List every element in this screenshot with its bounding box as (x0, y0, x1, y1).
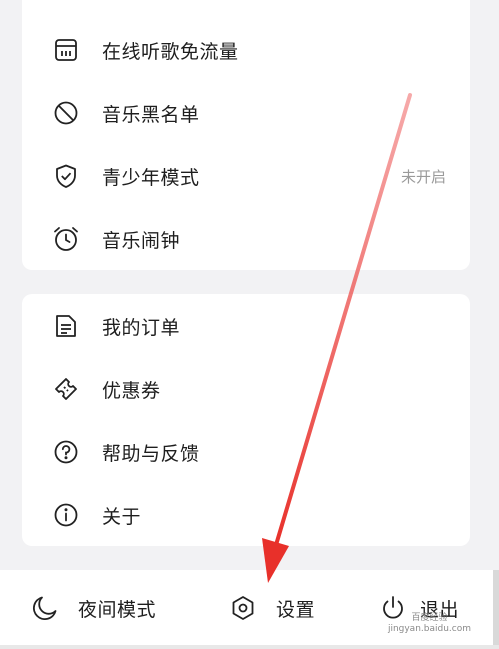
menu-item-music-alarm[interactable]: 音乐闹钟 (22, 216, 470, 262)
menu-item-label: 音乐黑名单 (102, 103, 200, 126)
menu-item-help-feedback[interactable]: 帮助与反馈 (22, 429, 470, 475)
info-icon (52, 501, 80, 529)
shield-check-icon (52, 162, 80, 190)
settings-button[interactable]: 设置 (228, 570, 315, 646)
edge-strip (493, 570, 499, 649)
night-mode-label: 夜间模式 (78, 598, 157, 621)
menu-item-music-blacklist[interactable]: 音乐黑名单 (22, 90, 470, 136)
settings-hexagon-icon (228, 593, 258, 623)
settings-label: 设置 (276, 598, 316, 621)
watermark-line-1: 百度经验 (411, 613, 448, 623)
document-icon (52, 312, 80, 340)
watermark: 百度经验 jingyan.baidu.com (388, 613, 471, 635)
help-icon (52, 438, 80, 466)
bottom-divider (0, 645, 499, 649)
sim-card-icon (52, 36, 80, 64)
block-icon (52, 99, 80, 127)
menu-card-bottom: 我的订单 优惠券 帮助与反馈 关于 (22, 294, 470, 546)
menu-card-top: 在线听歌免流量 音乐黑名单 青少年模式 未开启 音乐闹钟 (22, 0, 470, 270)
night-mode-button[interactable]: 夜间模式 (30, 570, 156, 646)
menu-item-label: 优惠券 (102, 379, 161, 402)
menu-item-label: 帮助与反馈 (102, 442, 200, 465)
bottom-action-bar: 夜间模式 设置 退出 (0, 570, 499, 649)
menu-item-my-orders[interactable]: 我的订单 (22, 303, 470, 349)
ticket-icon (52, 375, 80, 403)
menu-item-label: 音乐闹钟 (102, 229, 181, 252)
menu-item-label: 关于 (102, 505, 142, 528)
teen-mode-status: 未开启 (400, 167, 446, 186)
menu-item-teen-mode[interactable]: 青少年模式 未开启 (22, 153, 470, 199)
menu-item-free-data[interactable]: 在线听歌免流量 (22, 27, 470, 73)
menu-item-coupons[interactable]: 优惠券 (22, 366, 470, 412)
watermark-line-2: jingyan.baidu.com (387, 624, 471, 634)
menu-item-label: 我的订单 (102, 316, 181, 339)
menu-item-label: 在线听歌免流量 (102, 40, 239, 63)
menu-item-about[interactable]: 关于 (22, 492, 470, 538)
alarm-clock-icon (52, 225, 80, 253)
menu-item-label: 青少年模式 (102, 166, 200, 189)
moon-icon (30, 593, 60, 623)
